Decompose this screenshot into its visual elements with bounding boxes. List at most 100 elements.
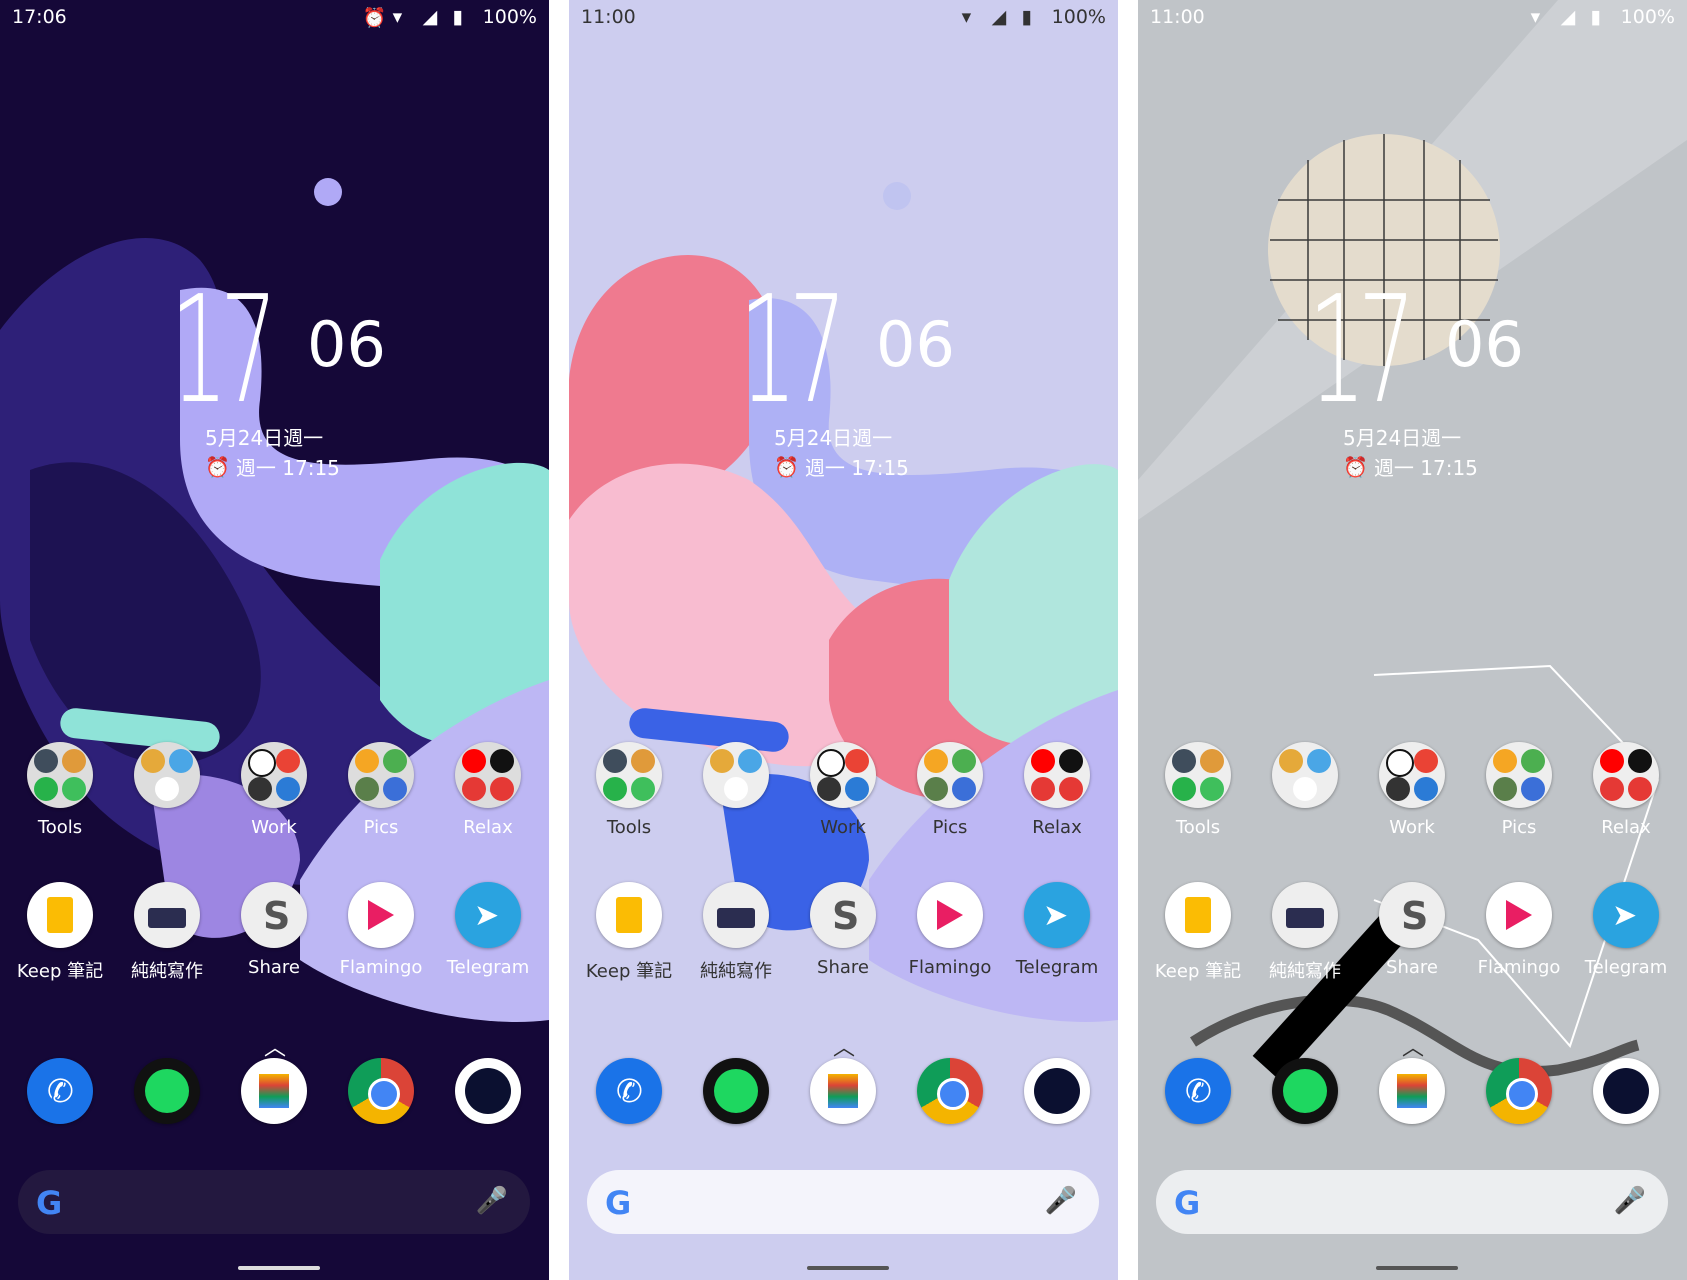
next-alarm-text: 週一 17:15 <box>804 456 909 480</box>
app-keep[interactable]: Keep 筆記 <box>579 882 679 983</box>
folder-work-label: Work <box>1389 817 1435 838</box>
keep-icon <box>27 882 93 948</box>
dock-spotify[interactable] <box>1255 1058 1355 1124</box>
folder-pics[interactable]: Pics <box>331 742 431 838</box>
battery-percent: 100% <box>482 6 537 28</box>
wifi-icon: ▾ <box>392 6 403 28</box>
folder-relax[interactable]: Relax <box>1007 742 1107 838</box>
folder-pics-icon <box>917 742 983 808</box>
app-share-label: Share <box>248 957 300 978</box>
app-flamingo[interactable]: Flamingo <box>900 882 1000 978</box>
folder-work[interactable]: Work <box>1362 742 1462 838</box>
next-alarm: ⏰ 週一 17:15 <box>205 452 340 481</box>
dock-camera[interactable] <box>1576 1058 1676 1124</box>
folder-pics[interactable]: Pics <box>900 742 1000 838</box>
app-telegram[interactable]: ➤ Telegram <box>1576 882 1676 978</box>
app-telegram[interactable]: ➤ Telegram <box>438 882 538 978</box>
signal-icon: ◢ <box>1560 6 1576 28</box>
dock-phone[interactable]: ✆ <box>579 1058 679 1124</box>
clock-minute: 06 <box>876 308 955 381</box>
gesture-nav-handle[interactable] <box>807 1266 889 1270</box>
folder-work[interactable]: Work <box>224 742 324 838</box>
google-search-bar[interactable]: G 🎤 <box>587 1170 1099 1234</box>
dock-spotify[interactable] <box>686 1058 786 1124</box>
app-share[interactable]: S Share <box>224 882 324 978</box>
folder-work-icon <box>810 742 876 808</box>
dock-camera[interactable] <box>1007 1058 1107 1124</box>
status-bar: 17:06 ⏰ ▾ ◢ ▮ 100% <box>12 4 537 30</box>
folder-relax-icon <box>1024 742 1090 808</box>
google-search-bar[interactable]: G 🎤 <box>1156 1170 1668 1234</box>
folder-unnamed[interactable] <box>117 742 217 817</box>
clock-widget[interactable]: 17 06 5月24日週一 ⏰ 週一 17:15 <box>739 276 999 480</box>
folder-relax[interactable]: Relax <box>438 742 538 838</box>
folder-unnamed[interactable] <box>1255 742 1355 817</box>
share-s-icon: S <box>1379 882 1445 948</box>
app-keep[interactable]: Keep 筆記 <box>10 882 110 983</box>
dock-chrome[interactable] <box>900 1058 1000 1124</box>
folder-tools[interactable]: Tools <box>579 742 679 838</box>
battery-percent: 100% <box>1051 6 1106 28</box>
camera-icon <box>455 1058 521 1124</box>
app-writer[interactable]: 純純寫作 <box>1255 882 1355 983</box>
app-share[interactable]: S Share <box>793 882 893 978</box>
battery-icon: ▮ <box>1021 6 1033 28</box>
app-flamingo[interactable]: Flamingo <box>331 882 431 978</box>
app-telegram[interactable]: ➤ Telegram <box>1007 882 1107 978</box>
telegram-icon: ➤ <box>455 882 521 948</box>
alarm-clock-icon: ⏰ <box>1343 454 1368 479</box>
app-keep-label: Keep 筆記 <box>585 961 673 982</box>
dock-spotify[interactable] <box>117 1058 217 1124</box>
phone-icon: ✆ <box>27 1058 93 1124</box>
folder-pics[interactable]: Pics <box>1469 742 1569 838</box>
typewriter-icon <box>134 882 200 948</box>
tasks-icon <box>810 1058 876 1124</box>
dock-camera[interactable] <box>438 1058 538 1124</box>
gesture-nav-handle[interactable] <box>238 1266 320 1270</box>
clock-widget[interactable]: 17 06 5月24日週一 ⏰ 週一 17:15 <box>1308 276 1568 480</box>
mic-icon[interactable]: 🎤 <box>1614 1186 1646 1216</box>
share-s-icon: S <box>810 882 876 948</box>
spotify-icon <box>1272 1058 1338 1124</box>
app-writer-label: 純純寫作 <box>131 961 203 982</box>
app-flamingo[interactable]: Flamingo <box>1469 882 1569 978</box>
folder-work[interactable]: Work <box>793 742 893 838</box>
telegram-icon: ➤ <box>1593 882 1659 948</box>
tasks-icon <box>1379 1058 1445 1124</box>
dock-phone[interactable]: ✆ <box>10 1058 110 1124</box>
app-writer[interactable]: 純純寫作 <box>117 882 217 983</box>
status-bar: 11:00 ▾ ◢ ▮ 100% <box>581 4 1106 30</box>
dock-phone[interactable]: ✆ <box>1148 1058 1248 1124</box>
alarm-icon: ⏰ <box>362 7 387 29</box>
mic-icon[interactable]: 🎤 <box>476 1186 508 1216</box>
folder-relax[interactable]: Relax <box>1576 742 1676 838</box>
dock-chrome[interactable] <box>1469 1058 1569 1124</box>
keep-icon <box>1165 882 1231 948</box>
google-g-icon: G <box>36 1184 63 1222</box>
folder-unnamed[interactable] <box>686 742 786 817</box>
folder-work-label: Work <box>820 817 866 838</box>
share-s-icon: S <box>241 882 307 948</box>
next-alarm-text: 週一 17:15 <box>1373 456 1478 480</box>
dock-tasks[interactable] <box>793 1058 893 1124</box>
mic-icon[interactable]: 🎤 <box>1045 1186 1077 1216</box>
app-writer[interactable]: 純純寫作 <box>686 882 786 983</box>
google-search-bar[interactable]: G 🎤 <box>18 1170 530 1234</box>
phone-icon: ✆ <box>596 1058 662 1124</box>
app-share[interactable]: S Share <box>1362 882 1462 978</box>
folder-tools[interactable]: Tools <box>1148 742 1248 838</box>
dock-tasks[interactable] <box>1362 1058 1462 1124</box>
keep-icon <box>596 882 662 948</box>
app-keep[interactable]: Keep 筆記 <box>1148 882 1248 983</box>
folder-relax-label: Relax <box>1601 817 1651 838</box>
folder-tools[interactable]: Tools <box>10 742 110 838</box>
folder-unnamed-icon <box>703 742 769 808</box>
clock-widget[interactable]: 17 06 5月24日週一 ⏰ 週一 17:15 <box>170 276 430 480</box>
google-g-icon: G <box>1174 1184 1201 1222</box>
typewriter-icon <box>703 882 769 948</box>
next-alarm: ⏰ 週一 17:15 <box>774 452 909 481</box>
folder-pics-label: Pics <box>1501 817 1537 838</box>
dock-chrome[interactable] <box>331 1058 431 1124</box>
gesture-nav-handle[interactable] <box>1376 1266 1458 1270</box>
dock-tasks[interactable] <box>224 1058 324 1124</box>
